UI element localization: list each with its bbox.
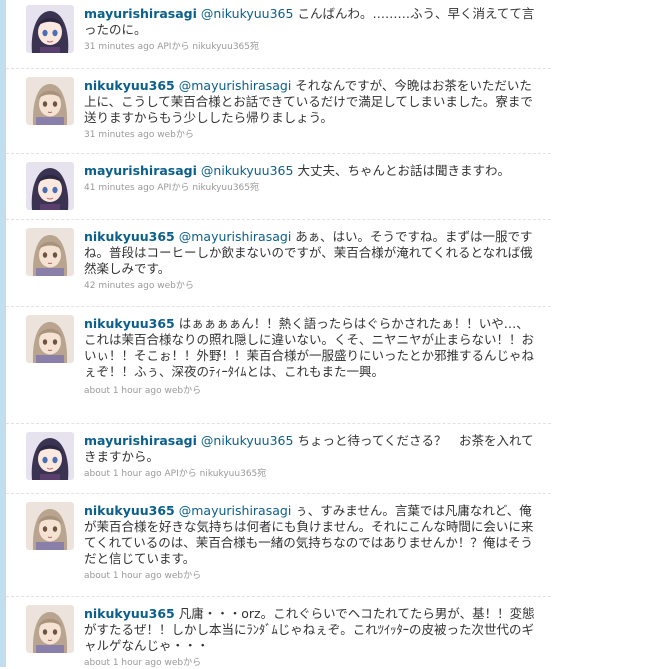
tweet-source[interactable]: APIから [157,183,189,193]
tweet-screen-name[interactable]: mayurishirasagi [84,163,197,178]
avatar-nikukyuu365[interactable] [26,502,74,550]
girl-dark-hair-avatar-icon [26,162,74,210]
tweet: mayurishirasagi @nikukyuu365 ちょっと待ってくださる… [6,424,551,494]
tweet-timestamp[interactable]: 41 minutes ago [84,183,154,193]
timeline: mayurishirasagi @nikukyuu365 こんばんわ。………ふう… [6,0,551,669]
avatar-mayurishirasagi[interactable] [26,162,74,210]
boy-light-hair-avatar-icon [26,228,74,276]
tweet-meta: 31 minutes ago webから [84,129,539,141]
tweet-body: nikukyuu365 @mayurishirasagi あぁ、はい。そうですね… [84,229,539,292]
tweet: mayurishirasagi @nikukyuu365 大丈夫、ちゃんとお話は… [6,154,551,220]
tweet-body: nikukyuu365 凡庸・・・orz。これぐらいでヘコたれてたら男が、基！！… [84,606,539,669]
tweet-meta: about 1 hour ago webから [84,657,539,669]
tweet-source[interactable]: APIから [157,42,189,52]
tweet-screen-name[interactable]: mayurishirasagi [84,6,197,21]
tweet-meta: about 1 hour ago APIから nikukyuu365宛 [84,468,539,480]
tweet-screen-name[interactable]: nikukyuu365 [84,229,175,244]
tweet-mention[interactable]: @nikukyuu365 [201,6,294,21]
avatar-nikukyuu365[interactable] [26,315,74,363]
tweet: mayurishirasagi @nikukyuu365 こんばんわ。………ふう… [6,0,551,69]
tweet-reply-to[interactable]: nikukyuu365宛 [192,183,259,193]
tweet-body: nikukyuu365 @mayurishirasagi ぅ、すみません。言葉で… [84,503,539,582]
boy-light-hair-avatar-icon [26,77,74,125]
avatar-mayurishirasagi[interactable] [26,432,74,480]
tweet-body: nikukyuu365 @mayurishirasagi それなんですが、今晩は… [84,78,539,141]
tweet-body: mayurishirasagi @nikukyuu365 大丈夫、ちゃんとお話は… [84,163,539,194]
tweet-reply-to[interactable]: nikukyuu365宛 [200,469,267,479]
tweet-text: 大丈夫、ちゃんとお話は聞きますわ。 [293,163,510,178]
avatar-mayurishirasagi[interactable] [26,5,74,53]
tweet-body: nikukyuu365 はぁぁぁぁん！！熱く語ったらはぐらかされたぁ！！いや…、… [84,316,539,397]
tweet-screen-name[interactable]: nikukyuu365 [84,78,175,93]
tweet: nikukyuu365 はぁぁぁぁん！！熱く語ったらはぐらかされたぁ！！いや…、… [6,307,551,424]
tweet-timestamp[interactable]: about 1 hour ago [84,469,162,479]
tweet-meta: about 1 hour ago webから [84,385,539,397]
tweet-meta: 42 minutes ago webから [84,280,539,292]
tweet-timestamp[interactable]: 42 minutes ago [84,281,154,291]
tweet-body: mayurishirasagi @nikukyuu365 ちょっと待ってくださる… [84,433,539,480]
avatar-nikukyuu365[interactable] [26,77,74,125]
tweet-screen-name[interactable]: nikukyuu365 [84,503,175,518]
tweet-timestamp[interactable]: about 1 hour ago [84,386,162,396]
tweet-mention[interactable]: @nikukyuu365 [201,433,294,448]
tweet-screen-name[interactable]: nikukyuu365 [84,606,175,621]
tweet-source[interactable]: webから [165,386,202,396]
tweet-reply-to[interactable]: nikukyuu365宛 [192,42,259,52]
avatar-nikukyuu365[interactable] [26,605,74,653]
tweet-meta: about 1 hour ago webから [84,570,539,582]
tweet-source[interactable]: webから [157,281,194,291]
tweet-source[interactable]: webから [165,571,202,581]
boy-light-hair-avatar-icon [26,315,74,363]
tweet-screen-name[interactable]: nikukyuu365 [84,316,175,331]
tweet: nikukyuu365 @mayurishirasagi それなんですが、今晩は… [6,69,551,154]
tweet-meta: 41 minutes ago APIから nikukyuu365宛 [84,182,539,194]
girl-dark-hair-avatar-icon [26,5,74,53]
tweet: nikukyuu365 凡庸・・・orz。これぐらいでヘコたれてたら男が、基！！… [6,597,551,669]
tweet-mention[interactable]: @mayurishirasagi [179,78,292,93]
tweet-source[interactable]: webから [157,130,194,140]
tweet-meta: 31 minutes ago APIから nikukyuu365宛 [84,41,539,53]
tweet-mention[interactable]: @nikukyuu365 [201,163,294,178]
tweet-screen-name[interactable]: mayurishirasagi [84,433,197,448]
tweet: nikukyuu365 @mayurishirasagi ぅ、すみません。言葉で… [6,494,551,597]
tweet-timestamp[interactable]: about 1 hour ago [84,571,162,581]
tweet-mention[interactable]: @mayurishirasagi [179,229,292,244]
boy-light-hair-avatar-icon [26,605,74,653]
tweet-mention[interactable]: @mayurishirasagi [179,503,292,518]
tweet-timestamp[interactable]: 31 minutes ago [84,130,154,140]
avatar-nikukyuu365[interactable] [26,228,74,276]
tweet-body: mayurishirasagi @nikukyuu365 こんばんわ。………ふう… [84,6,539,53]
tweet-source[interactable]: APIから [165,469,197,479]
tweet: nikukyuu365 @mayurishirasagi あぁ、はい。そうですね… [6,220,551,307]
tweet-timestamp[interactable]: 31 minutes ago [84,42,154,52]
girl-dark-hair-avatar-icon [26,432,74,480]
boy-light-hair-avatar-icon [26,502,74,550]
